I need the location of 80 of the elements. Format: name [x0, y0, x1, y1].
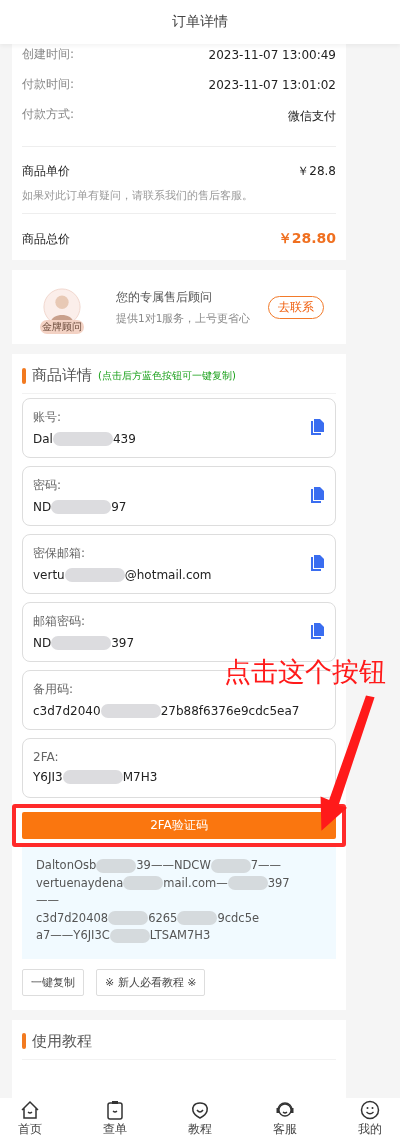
combined-text: a7——Y6JI3C [36, 927, 110, 944]
clipboard-icon [105, 1100, 125, 1120]
combined-text: c3d7d20408 [36, 909, 109, 927]
combined-text: 7—— [250, 857, 282, 874]
field-value: ND [33, 499, 52, 514]
redaction-blur [100, 703, 161, 718]
home-icon [20, 1100, 40, 1120]
redaction-blur [123, 876, 164, 891]
field-value: Dal [33, 431, 53, 446]
field-value: Y6JI3 [33, 770, 63, 784]
field-label: 备用码: [33, 680, 75, 698]
redaction-blur [64, 567, 125, 582]
copy-icon[interactable] [309, 554, 325, 572]
redaction-blur [177, 911, 218, 926]
smiley-icon [360, 1100, 380, 1120]
tab-item[interactable]: 教程 [188, 1098, 212, 1141]
redaction-blur [108, 911, 149, 926]
tab-item[interactable]: 查单 [103, 1098, 127, 1141]
total-label: 商品总价 [22, 230, 70, 248]
redaction-blur [51, 499, 112, 514]
tab-item[interactable]: 客服 [273, 1098, 297, 1141]
info-value: 2023-11-07 13:00:49 [208, 47, 336, 64]
field-label: 邮箱密码: [33, 612, 87, 630]
combined-text: 9cdc5e [217, 909, 260, 927]
copy-icon[interactable] [309, 622, 325, 640]
field-value: c3d7d2040 [33, 703, 101, 718]
redaction-blur [62, 770, 123, 784]
combined-text: DaltonOsb [36, 857, 97, 874]
field-value: 97 [111, 499, 127, 514]
advisor-subtitle: 提供1对1服务，上号更省心 [116, 311, 252, 326]
redaction-blur [51, 635, 112, 650]
tab-item[interactable]: 我的 [358, 1098, 382, 1141]
info-value: 微信支付 [288, 108, 336, 125]
page-title: 订单详情 [172, 13, 228, 31]
field-value: 27b88f6376e9cdc5ea7 [160, 703, 300, 718]
combined-text: 6265 [148, 909, 178, 927]
field-value: 397 [111, 635, 135, 650]
info-label: 创建时间: [22, 46, 75, 63]
field-label: 账号: [33, 408, 63, 426]
tab-item[interactable]: 首页 [18, 1098, 42, 1141]
copy-icon[interactable] [309, 418, 325, 436]
outline-button[interactable]: ※ 新人必看教程 ※ [96, 968, 206, 996]
info-label: 付款时间: [22, 76, 75, 93]
field-label: 密保邮箱: [33, 544, 87, 562]
combined-text: mail.com— [163, 874, 228, 892]
info-value: 2023-11-07 13:01:02 [208, 77, 336, 94]
copy-icon[interactable] [309, 486, 325, 504]
field-label: 2FA: [33, 750, 60, 764]
section-title: 使用教程 [32, 1031, 92, 1051]
advisor-title: 您的专属售后顾问 [116, 288, 213, 306]
combined-text: LTSAM7H3 [149, 927, 211, 944]
redaction-blur [227, 876, 268, 891]
accent-bar [22, 367, 26, 384]
price-value: ￥28.8 [297, 163, 336, 180]
section-title: 商品详情 [32, 366, 92, 385]
combined-text: 39——NDCW [136, 857, 211, 874]
redaction-blur [96, 858, 137, 873]
headset-icon [275, 1100, 295, 1120]
copy-hint: (点击后方蓝色按钮可一键复制) [98, 368, 236, 383]
combined-text: 397 [267, 874, 290, 892]
field-value: M7H3 [122, 770, 158, 784]
combined-text: —— [36, 892, 59, 909]
field-value: 439 [112, 431, 136, 446]
field-value: vertu [33, 567, 65, 582]
combined-text: vertuenaydena [36, 874, 124, 892]
field-value: @hotmail.com [124, 567, 212, 582]
redaction-blur [109, 928, 150, 943]
outline-button[interactable]: 一键复制 [22, 968, 84, 996]
total-value: ￥28.80 [277, 230, 336, 248]
chat-bubble-icon [190, 1100, 210, 1120]
annotation-text: 点击这个按钮 [224, 655, 386, 689]
help-note: 如果对此订单有疑问，请联系我们的售后客服。 [22, 188, 254, 203]
accent-bar [22, 1033, 26, 1049]
field-value: ND [33, 635, 52, 650]
advisor-badge: 金牌顾问 [40, 320, 84, 334]
info-label: 付款方式: [22, 106, 75, 123]
redaction-blur [52, 431, 113, 446]
redaction-blur [210, 858, 251, 873]
price-label: 商品单价 [22, 163, 70, 180]
field-label: 密码: [33, 476, 63, 494]
